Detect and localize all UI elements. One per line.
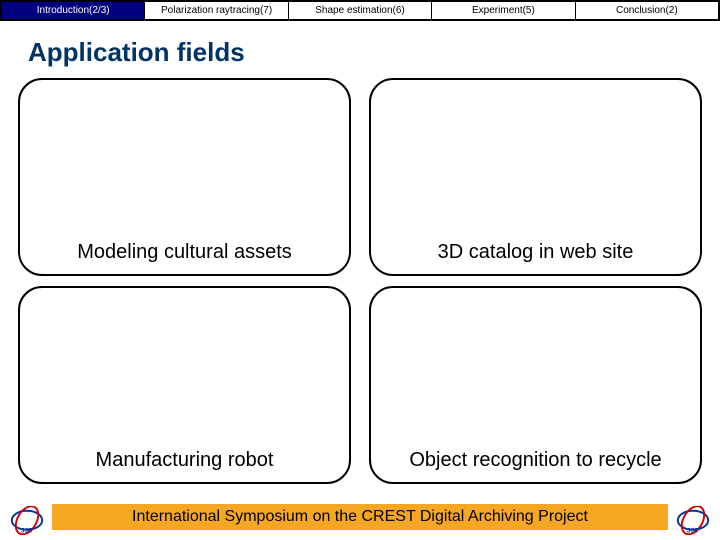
- card-object-recognition: Object recognition to recycle: [369, 286, 702, 484]
- footer: International Symposium on the CREST Dig…: [0, 504, 720, 530]
- card-label: Manufacturing robot: [96, 449, 274, 472]
- card-3d-catalog: 3D catalog in web site: [369, 78, 702, 276]
- page-title: Application fields: [0, 21, 720, 78]
- card-label: Modeling cultural assets: [77, 241, 292, 264]
- tab-introduction[interactable]: Introduction(2/3): [2, 2, 145, 19]
- nav-tabs: Introduction(2/3) Polarization raytracin…: [0, 0, 720, 21]
- svg-text:JST: JST: [687, 528, 699, 535]
- tab-conclusion[interactable]: Conclusion(2): [576, 2, 718, 19]
- footer-text: International Symposium on the CREST Dig…: [52, 504, 668, 530]
- card-modeling-cultural-assets: Modeling cultural assets: [18, 78, 351, 276]
- tab-experiment[interactable]: Experiment(5): [432, 2, 575, 19]
- card-label: 3D catalog in web site: [438, 241, 634, 264]
- tab-polarization[interactable]: Polarization raytracing(7): [145, 2, 288, 19]
- card-label: Object recognition to recycle: [409, 449, 661, 472]
- jst-logo-icon: JST: [674, 506, 712, 534]
- application-grid: Modeling cultural assets 3D catalog in w…: [18, 78, 702, 494]
- tab-shape-estimation[interactable]: Shape estimation(6): [289, 2, 432, 19]
- card-manufacturing-robot: Manufacturing robot: [18, 286, 351, 484]
